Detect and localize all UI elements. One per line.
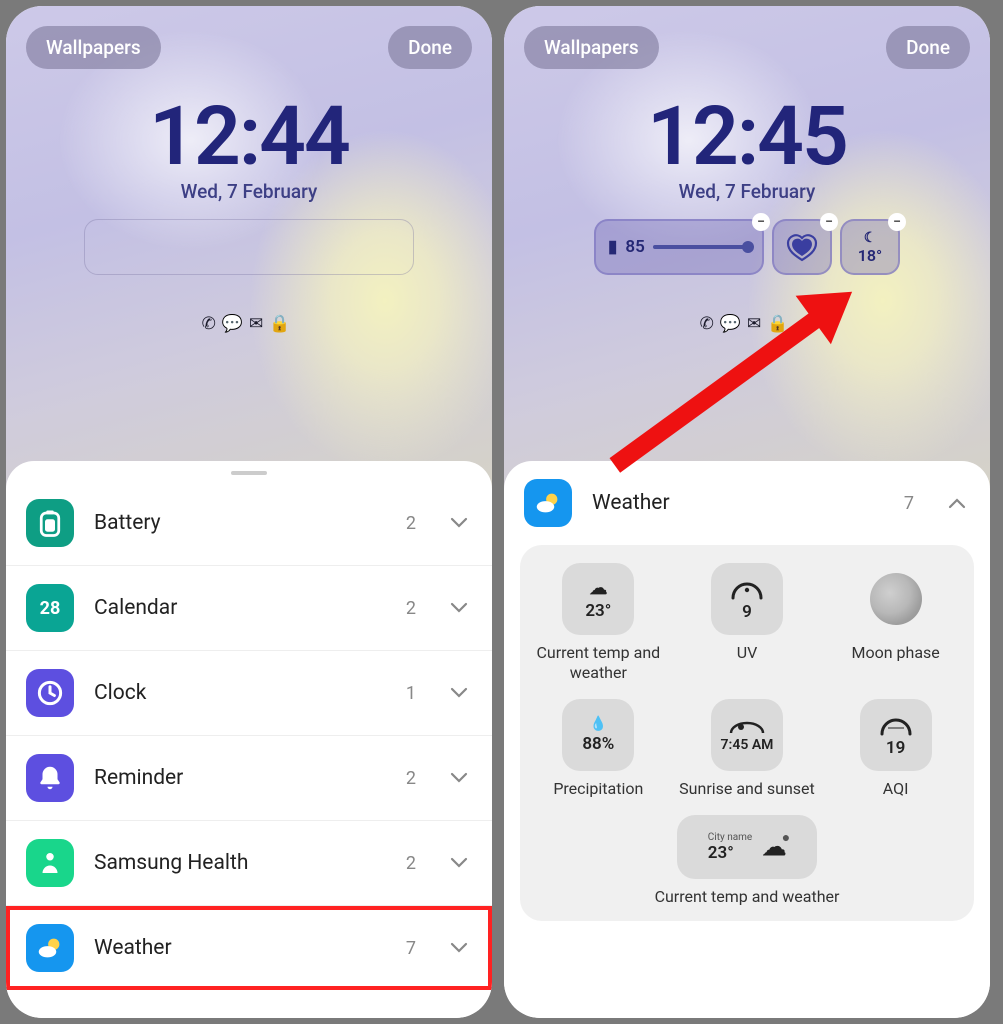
samsung-health-icon bbox=[26, 839, 74, 887]
list-item-count: 1 bbox=[406, 683, 416, 704]
list-item-battery[interactable]: Battery 2 bbox=[6, 481, 492, 566]
list-item-count: 2 bbox=[406, 598, 416, 619]
list-item-reminder[interactable]: Reminder 2 bbox=[6, 736, 492, 821]
cloud-icon: ☁● bbox=[762, 833, 786, 861]
list-item-calendar[interactable]: 28 Calendar 2 bbox=[6, 566, 492, 651]
gauge-icon bbox=[728, 576, 766, 600]
heart-widget[interactable]: − bbox=[772, 219, 832, 275]
list-item-label: Samsung Health bbox=[94, 851, 386, 875]
missed-call-icon: ✆ bbox=[700, 314, 720, 334]
battery-icon bbox=[26, 499, 74, 547]
clock-time: 12:44 bbox=[6, 96, 492, 178]
gauge-icon bbox=[877, 712, 915, 736]
list-item-label: Reminder bbox=[94, 766, 386, 790]
editor-topbar: Wallpapers Done bbox=[504, 26, 990, 69]
remove-widget-button[interactable]: − bbox=[888, 213, 906, 231]
battery-icon: ▮ bbox=[608, 237, 617, 257]
moon-icon bbox=[870, 573, 922, 625]
done-button[interactable]: Done bbox=[388, 26, 472, 69]
weather-widgets-sheet[interactable]: Weather 7 ☁ 23° Current temp and weather bbox=[504, 461, 990, 1018]
weather-icon bbox=[524, 479, 572, 527]
sunrise-icon bbox=[727, 717, 767, 735]
remove-widget-button[interactable]: − bbox=[820, 213, 838, 231]
missed-call-icon: ✆ bbox=[202, 314, 222, 334]
clock-area[interactable]: 12:45 Wed, 7 February ▮ 85 − − ☾ 18° − bbox=[504, 96, 990, 275]
list-item-count: 2 bbox=[406, 853, 416, 874]
chevron-down-icon bbox=[450, 599, 468, 618]
calendar-icon: 28 bbox=[26, 584, 74, 632]
widget-picker-sheet[interactable]: Battery 2 28 Calendar 2 Clock 1 bbox=[6, 461, 492, 1018]
chevron-down-icon bbox=[450, 514, 468, 533]
list-item-label: Calendar bbox=[94, 596, 386, 620]
list-item-count: 7 bbox=[406, 938, 416, 959]
remove-widget-button[interactable]: − bbox=[752, 213, 770, 231]
weather-widget-grid: ☁ 23° Current temp and weather 9 UV bbox=[520, 545, 974, 921]
widget-moon-phase[interactable]: Moon phase bbox=[826, 563, 966, 683]
list-item-label: Clock bbox=[94, 681, 386, 705]
editor-topbar: Wallpapers Done bbox=[6, 26, 492, 69]
list-item-count: 2 bbox=[406, 513, 416, 534]
notification-icons: ✆💬✉🔒 bbox=[6, 314, 492, 334]
phone-left: Wallpapers Done 12:44 Wed, 7 February ✆💬… bbox=[0, 0, 498, 1024]
chat-icon: 💬 bbox=[222, 314, 249, 334]
chevron-down-icon bbox=[450, 854, 468, 873]
clock-time: 12:45 bbox=[504, 96, 990, 178]
list-item-clock[interactable]: Clock 1 bbox=[6, 651, 492, 736]
weather-header-count: 7 bbox=[904, 493, 914, 514]
list-item-weather[interactable]: Weather 7 bbox=[6, 906, 492, 990]
widget-aqi[interactable]: 19 AQI bbox=[826, 699, 966, 799]
widget-slot-empty[interactable] bbox=[84, 219, 414, 275]
widget-slot-row: ▮ 85 − − ☾ 18° − bbox=[504, 219, 990, 275]
clock-date: Wed, 7 February bbox=[6, 180, 492, 203]
chevron-up-icon bbox=[948, 494, 966, 513]
widget-uv[interactable]: 9 UV bbox=[677, 563, 817, 683]
mail-icon: ✉ bbox=[249, 314, 269, 334]
wallpapers-button[interactable]: Wallpapers bbox=[524, 26, 659, 69]
clock-date: Wed, 7 February bbox=[504, 180, 990, 203]
list-item-count: 2 bbox=[406, 768, 416, 789]
mail-icon: ✉ bbox=[747, 314, 767, 334]
list-item-samsung-health[interactable]: Samsung Health 2 bbox=[6, 821, 492, 906]
temp-value: 18° bbox=[858, 246, 882, 265]
droplet-icon: 💧 bbox=[590, 716, 607, 732]
done-button[interactable]: Done bbox=[886, 26, 970, 69]
battery-slider bbox=[653, 245, 750, 249]
phone-right: Wallpapers Done 12:45 Wed, 7 February ▮ … bbox=[498, 0, 996, 1024]
battery-value: 85 bbox=[625, 237, 644, 257]
drag-handle[interactable] bbox=[231, 471, 267, 475]
weather-header-label: Weather bbox=[592, 491, 884, 515]
chevron-down-icon bbox=[450, 939, 468, 958]
widget-city-temp[interactable]: City name 23° ☁● Current temp and weathe… bbox=[528, 815, 966, 907]
clock-icon bbox=[26, 669, 74, 717]
chevron-down-icon bbox=[450, 769, 468, 788]
chevron-down-icon bbox=[450, 684, 468, 703]
clock-area[interactable]: 12:44 Wed, 7 February bbox=[6, 96, 492, 275]
screen-right: Wallpapers Done 12:45 Wed, 7 February ▮ … bbox=[504, 6, 990, 1018]
screen-left: Wallpapers Done 12:44 Wed, 7 February ✆💬… bbox=[6, 6, 492, 1018]
chat-icon: 💬 bbox=[720, 314, 747, 334]
widget-current-temp[interactable]: ☁ 23° Current temp and weather bbox=[528, 563, 668, 683]
widget-sunrise-sunset[interactable]: 7:45 AM Sunrise and sunset bbox=[677, 699, 817, 799]
widget-precipitation[interactable]: 💧 88% Precipitation bbox=[528, 699, 668, 799]
weather-temp-widget[interactable]: ☾ 18° − bbox=[840, 219, 900, 275]
heart-icon bbox=[784, 232, 820, 262]
notification-icons: ✆💬✉🔒 bbox=[504, 314, 990, 334]
weather-icon bbox=[26, 924, 74, 972]
lock-icon: 🔒 bbox=[269, 314, 296, 334]
list-item-label: Weather bbox=[94, 936, 386, 960]
moon-icon: ☾ bbox=[864, 230, 877, 246]
reminder-icon bbox=[26, 754, 74, 802]
weather-header-row[interactable]: Weather 7 bbox=[504, 461, 990, 541]
wallpapers-button[interactable]: Wallpapers bbox=[26, 26, 161, 69]
list-item-label: Battery bbox=[94, 511, 386, 535]
battery-widget[interactable]: ▮ 85 − bbox=[594, 219, 764, 275]
cloud-icon: ☁ bbox=[589, 578, 607, 599]
